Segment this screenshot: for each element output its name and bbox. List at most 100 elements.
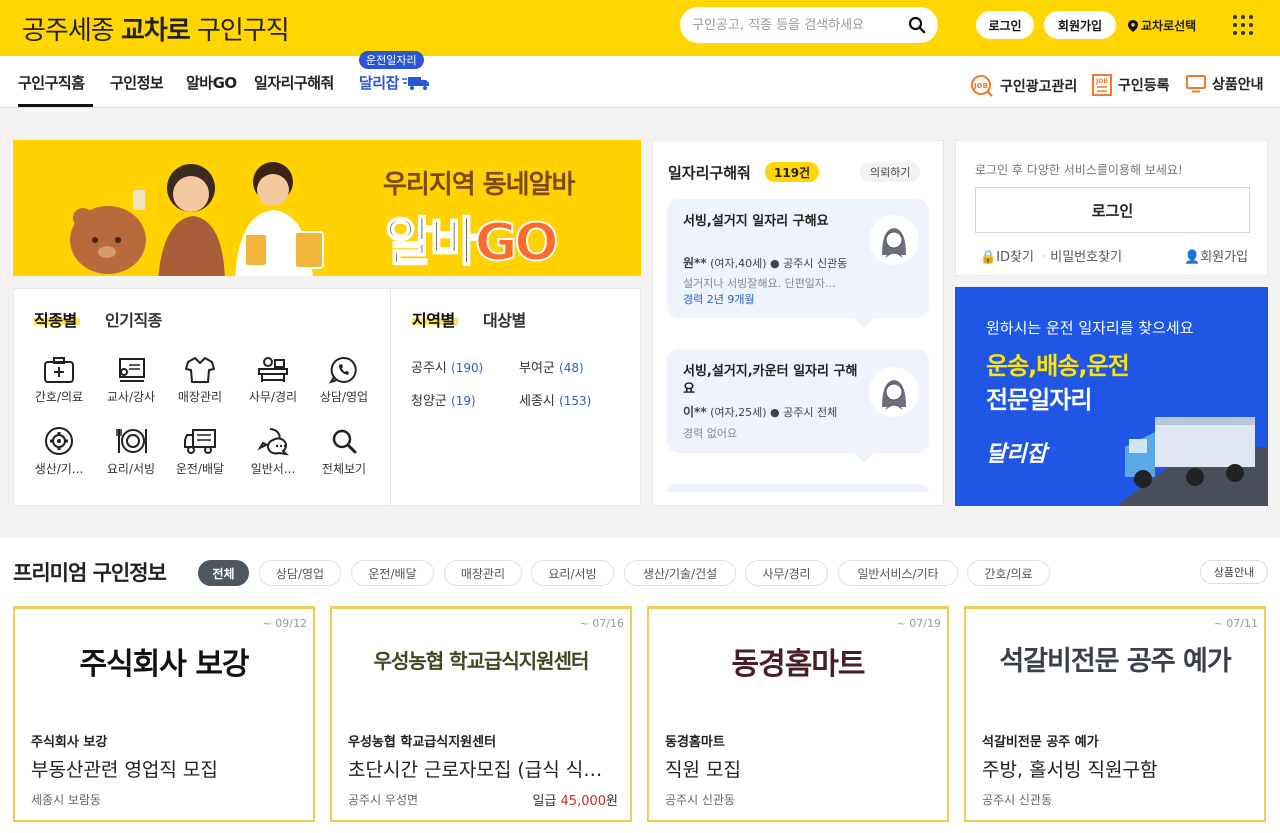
jobseek-card[interactable]: 서빙,설거지 일자리 구해요 원** (여자,40세) ● 공주시 신관동 설거… [667, 199, 929, 328]
premium-title: 프리미엄 구인정보 [13, 561, 167, 585]
category-label: 간호/의료 [34, 390, 84, 404]
region-item[interactable]: 부여군 (48) [519, 357, 584, 376]
albago-tagline: 우리지역 동네알바 [383, 170, 575, 200]
chat-bubble-icon [257, 428, 289, 456]
category-label: 상담/영업 [319, 390, 369, 404]
albago-title: 알바GO [384, 212, 560, 274]
office-desk-icon [258, 357, 288, 382]
category-label: 사무/경리 [248, 390, 298, 404]
search-icon [332, 429, 357, 454]
cutlery-icon [116, 429, 147, 453]
driving-job-badge: 운전일자리 [359, 51, 424, 69]
category-all[interactable]: 전체보기 [310, 426, 378, 477]
truck-icon [184, 429, 216, 454]
jobseek-card-peek [667, 484, 929, 492]
avatar [869, 367, 919, 417]
card-title: 서빙,설거지,카운터 일자리 구해요 [683, 364, 858, 397]
nav-dalijob[interactable]: 달리잡 [359, 72, 430, 93]
chip-production[interactable]: 생산/기술/건설 [624, 560, 736, 586]
jobseek-title[interactable]: 일자리구해줘 [668, 162, 751, 183]
shirt-icon [185, 357, 215, 383]
tab-by-region[interactable]: 지역별 [412, 307, 455, 331]
company-logo: 동경홈마트 [731, 647, 866, 682]
nav-active-indicator [18, 104, 93, 107]
nav-albago[interactable]: 알바GO [186, 72, 237, 93]
card-deadline: ~ 07/19 [896, 617, 941, 630]
login-panel-button[interactable]: 로그인 [975, 187, 1250, 233]
albago-banner[interactable]: 우리지역 동네알바 알바GO [13, 140, 641, 276]
region-item[interactable]: 세종시 (153) [519, 390, 591, 409]
request-button[interactable]: 의뢰하기 [860, 162, 921, 182]
search-input[interactable] [692, 7, 902, 43]
category-office[interactable]: 사무/경리 [239, 356, 307, 405]
tab-by-target[interactable]: 대상별 [483, 307, 526, 331]
signup-button[interactable]: 회원가입 [1044, 11, 1116, 39]
company-logo: 우성농협 학교급식지원센터 [373, 649, 590, 673]
chip-store[interactable]: 매장관리 [444, 560, 522, 586]
region-label: 교차로선택 [1141, 19, 1197, 33]
category-teacher[interactable]: 교사/강사 [97, 356, 165, 405]
product-info-button[interactable]: 상품안내 [1200, 560, 1268, 584]
chip-sales[interactable]: 상담/영업 [259, 560, 341, 586]
monitor-icon [1186, 75, 1206, 93]
category-production[interactable]: 생산/기... [25, 426, 93, 477]
jobseek-card[interactable]: 서빙,설거지,카운터 일자리 구해요 이** (여자,25세) ● 공주시 전체… [667, 349, 929, 463]
category-sales[interactable]: 상담/영업 [310, 356, 378, 405]
nav-jobseek[interactable]: 일자리구해줘 [254, 72, 334, 93]
chip-cooking[interactable]: 요리/서빙 [531, 560, 614, 586]
chip-office[interactable]: 사무/경리 [745, 560, 828, 586]
chip-medical[interactable]: 간호/의료 [967, 560, 1050, 586]
nav-job-info[interactable]: 구인정보 [110, 72, 164, 93]
category-store[interactable]: 매장관리 [166, 356, 234, 405]
nav-product-info[interactable]: 상품안내 [1186, 74, 1264, 94]
medical-kit-icon [44, 357, 74, 383]
svg-text:JOB: JOB [973, 82, 988, 90]
jobseek-count-badge: 119건 [765, 162, 820, 182]
job-location: 공주시 신관동 [982, 793, 1053, 807]
category-label: 요리/서빙 [106, 462, 156, 476]
card-deadline: ~ 07/11 [1213, 617, 1258, 630]
tab-popular-job[interactable]: 인기직종 [105, 307, 162, 331]
premium-card[interactable]: ~ 07/11 석갈비전문 공주 예가 석갈비전문 공주 예가 주방, 홀서빙 … [964, 606, 1266, 822]
location-pin-icon [1128, 19, 1138, 32]
chip-service[interactable]: 일반서비스/기타 [838, 560, 958, 586]
nav-right-label: 구인등록 [1118, 78, 1170, 94]
region-item[interactable]: 청양군 (19) [411, 390, 476, 409]
card-title: 서빙,설거지 일자리 구해요 [683, 214, 829, 229]
nav-job-ad-manage[interactable]: JOB 구인광고관리 [970, 74, 1077, 98]
chip-driving[interactable]: 운전/배달 [351, 560, 434, 586]
avatar [869, 215, 919, 265]
find-id-link[interactable]: 🔒ID찾기 [980, 246, 1034, 265]
category-label: 일반서... [250, 462, 296, 476]
phone-chat-icon [328, 356, 357, 384]
login-button[interactable]: 로그인 [976, 11, 1034, 39]
job-title: 주방, 홀서빙 직원구함 [982, 759, 1158, 781]
chip-all[interactable]: 전체 [198, 560, 249, 586]
card-career: 경력 2년 9개월 [683, 293, 755, 306]
category-label: 생산/기... [34, 462, 84, 476]
category-cooking[interactable]: 요리/서빙 [97, 426, 165, 477]
dalijob-tagline: 원하시는 운전 일자리를 찾으세요 [986, 319, 1194, 337]
location-pin-icon: ● [770, 257, 780, 270]
dalijob-logo: 달리잡 [986, 442, 1047, 467]
nav-job-register[interactable]: JOB 구인등록 [1092, 74, 1170, 96]
region-item[interactable]: 공주시 (190) [411, 357, 483, 376]
premium-card[interactable]: ~ 07/19 동경홈마트 동경홈마트 직원 모집 공주시 신관동 [647, 606, 949, 822]
nav-home[interactable]: 구인구직홈 [18, 72, 85, 93]
category-driving[interactable]: 운전/배달 [166, 426, 234, 477]
company-name: 우성농협 학교급식지원센터 [348, 735, 497, 750]
category-service[interactable]: 일반서... [239, 426, 307, 477]
search-icon[interactable] [908, 16, 926, 34]
job-location: 세종시 보람동 [31, 793, 102, 807]
site-logo[interactable]: 공주세종 교차로 구인구직 [22, 10, 290, 47]
all-menu-icon[interactable] [1233, 15, 1253, 35]
signup-link[interactable]: 👤회원가입 [1184, 246, 1248, 265]
premium-card[interactable]: ~ 09/12 주식회사 보강 주식회사 보강 부동산관련 영업직 모집 세종시… [13, 606, 315, 822]
card-career: 경력 없어요 [683, 427, 738, 440]
job-location: 공주시 신관동 [665, 793, 736, 807]
category-medical[interactable]: 간호/의료 [25, 356, 93, 405]
find-password-link[interactable]: · 비밀번호찾기 [1042, 246, 1122, 265]
premium-card[interactable]: ~ 07/16 우성농협 학교급식지원센터 우성농협 학교급식지원센터 초단시간… [330, 606, 632, 822]
tab-by-job[interactable]: 직종별 [34, 307, 77, 331]
region-select[interactable]: 교차로선택 [1128, 17, 1196, 34]
